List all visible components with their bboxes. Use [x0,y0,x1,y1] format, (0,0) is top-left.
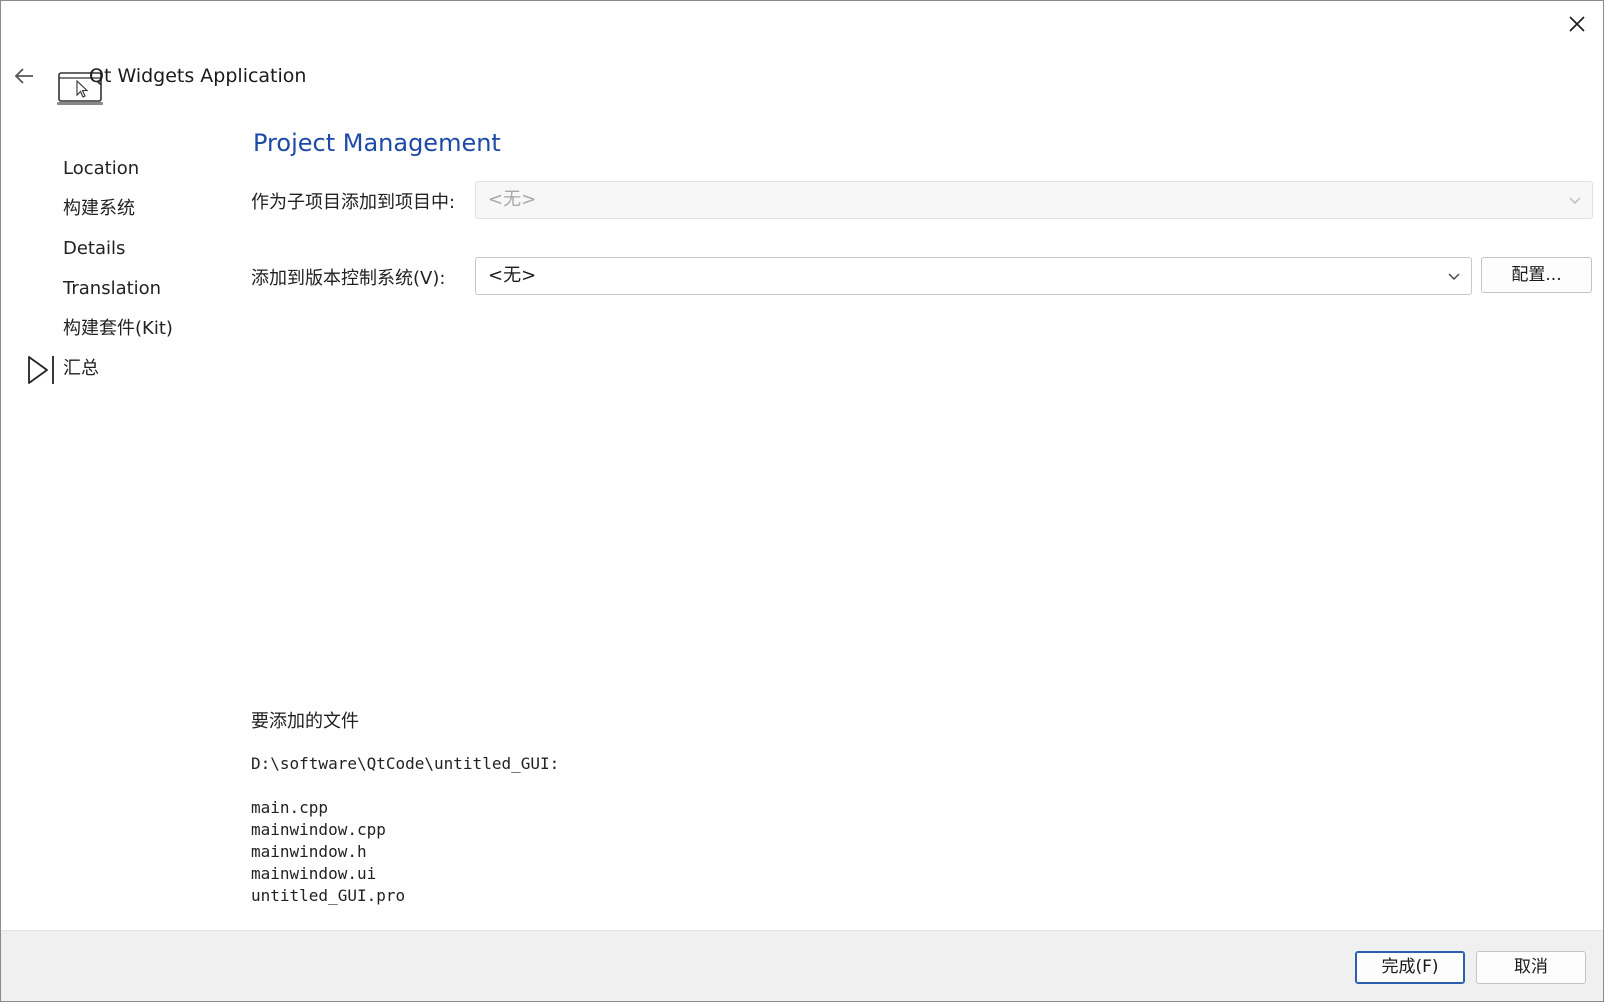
page-title: Project Management [253,129,501,157]
wizard-footer: 完成(F) 取消 [1,930,1603,1001]
files-heading: 要添加的文件 [251,711,359,732]
step-label: 构建套件(Kit) [63,318,173,339]
wizard-title: Qt Widgets Application [89,65,307,87]
step-label: Location [63,158,140,179]
configure-button[interactable]: 配置... [1481,257,1592,293]
step-label: 汇总 [63,358,99,379]
arrow-left-icon [14,68,33,84]
files-path: D:\software\QtCode\untitled_GUI: [251,754,560,773]
subproject-value: <无> [488,189,537,210]
subproject-label: 作为子项目添加到项目中: [251,192,456,213]
file-item: mainwindow.cpp [251,820,386,839]
file-item: mainwindow.h [251,842,367,861]
close-button[interactable] [1559,9,1595,39]
current-step-arrow-icon [28,356,54,384]
step-kits: 构建套件(Kit) [1,309,231,349]
step-translation: Translation [1,269,231,309]
cancel-button[interactable]: 取消 [1476,951,1586,984]
chevron-down-icon [1448,273,1460,280]
file-item: mainwindow.ui [251,864,377,883]
finish-button[interactable]: 完成(F) [1355,951,1465,984]
step-details: Details [1,229,231,269]
files-to-add: D:\software\QtCode\untitled_GUI: main.cp… [251,753,559,907]
back-button[interactable] [9,61,39,91]
chevron-down-icon [1569,197,1581,204]
wizard-steps-list: Location 构建系统 Details Translation 构建套件(K… [1,149,231,389]
file-item: main.cpp [251,798,329,817]
step-label: Details [63,238,126,259]
new-project-wizard-window: Qt Widgets Application Location 构建系统 Det… [0,0,1604,1002]
step-build-system: 构建系统 [1,189,231,229]
step-label: Translation [63,278,162,299]
vcs-value: <无> [488,265,537,286]
vcs-label: 添加到版本控制系统(V): [251,268,446,289]
step-summary: 汇总 [1,349,231,389]
vcs-combobox[interactable]: <无> [475,257,1472,295]
subproject-combobox: <无> [475,181,1593,219]
file-item: untitled_GUI.pro [251,886,406,905]
step-location: Location [1,149,231,189]
step-label: 构建系统 [63,198,135,219]
close-icon [1569,16,1585,32]
